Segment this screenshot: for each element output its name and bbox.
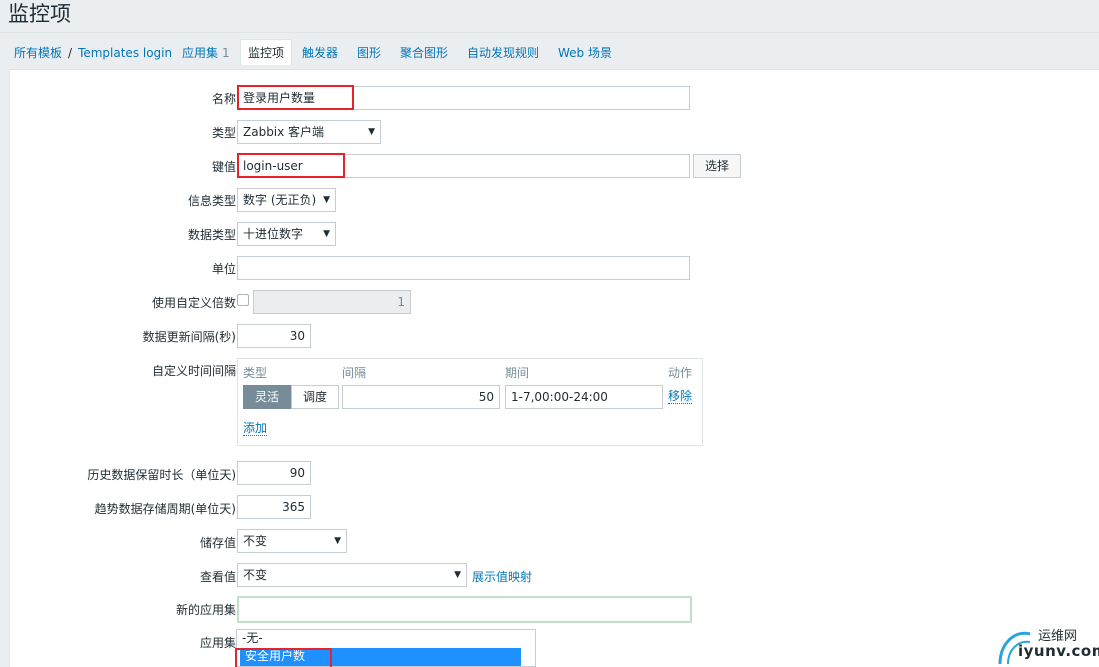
flexible-toggle[interactable]: 灵活 — [243, 385, 291, 409]
update-interval-input[interactable]: 30 — [237, 324, 311, 348]
tab-screens[interactable]: 聚合图形 — [400, 44, 448, 61]
applications-label: 应用集 — [199, 636, 236, 650]
caret-down-icon: ▼ — [454, 570, 461, 580]
tab-graphs[interactable]: 图形 — [357, 44, 381, 61]
name-highlight-box — [237, 85, 354, 110]
breadcrumb: 所有模板 / Templates login — [14, 44, 172, 61]
units-label: 单位 — [211, 262, 236, 276]
applications-option-none[interactable]: -无- — [237, 630, 535, 648]
data-type-select-value: 十进位数字 — [243, 227, 304, 241]
multiplier-label: 使用自定义倍数 — [151, 296, 236, 310]
breadcrumb-template[interactable]: Templates login — [78, 46, 172, 60]
add-interval-link[interactable]: 添加 — [243, 421, 268, 436]
key-highlight-box — [237, 153, 345, 178]
navigation-bar: 所有模板 / Templates login 应用集 1 监控项 触发器 图形 聚合图… — [0, 32, 1099, 66]
column-header-period: 期间 — [505, 366, 530, 380]
tab-applications-label: 应用集 — [182, 46, 219, 60]
data-type-label: 数据类型 — [187, 228, 236, 242]
info-type-select[interactable]: 数字 (无正负) ▼ — [237, 188, 336, 212]
custom-intervals-table: 类型 间隔 期间 动作 灵活 调度 50 1-7,00:00-24:00 移除 … — [237, 358, 703, 446]
column-header-type: 类型 — [243, 366, 268, 380]
units-input[interactable] — [237, 256, 690, 280]
data-type-select[interactable]: 十进位数字 ▼ — [237, 222, 336, 246]
type-label: 类型 — [211, 126, 236, 140]
show-value-label: 查看值 — [199, 570, 236, 584]
remove-interval-link[interactable]: 移除 — [668, 389, 693, 404]
multiplier-checkbox[interactable] — [237, 294, 249, 306]
store-value-select-value: 不变 — [243, 534, 268, 548]
show-value-select[interactable]: 不变 ▼ — [237, 563, 467, 587]
history-input[interactable]: 90 — [237, 461, 311, 485]
type-select[interactable]: Zabbix 客户端 ▼ — [237, 120, 381, 144]
info-type-select-value: 数字 (无正负) — [243, 193, 317, 207]
trends-input[interactable]: 365 — [237, 495, 311, 519]
column-header-action: 动作 — [668, 366, 693, 380]
period-input[interactable]: 1-7,00:00-24:00 — [505, 385, 663, 409]
store-value-select[interactable]: 不变 ▼ — [237, 529, 347, 553]
caret-down-icon: ▼ — [323, 229, 330, 239]
applications-highlight-box — [235, 648, 332, 667]
store-value-label: 储存值 — [199, 536, 236, 550]
form-panel: 名称 登录用户数量 类型 Zabbix 客户端 ▼ 键值 login-user 选… — [9, 69, 1099, 667]
new-application-input[interactable] — [237, 596, 692, 623]
new-application-label: 新的应用集 — [175, 603, 236, 617]
show-value-select-value: 不变 — [243, 568, 268, 582]
history-label: 历史数据保留时长（单位天) — [87, 468, 236, 482]
tab-applications[interactable]: 应用集 1 — [182, 44, 230, 61]
breadcrumb-separator: / — [68, 46, 73, 60]
caret-down-icon: ▼ — [334, 536, 341, 546]
tab-applications-count: 1 — [222, 46, 230, 60]
info-type-label: 信息类型 — [187, 194, 236, 208]
update-interval-label: 数据更新间隔(秒) — [142, 330, 236, 344]
show-value-mapping-link[interactable]: 展示值映射 — [472, 568, 532, 585]
tab-discovery-rules[interactable]: 自动发现规则 — [467, 44, 539, 61]
interval-input[interactable]: 50 — [342, 385, 500, 409]
column-header-interval: 间隔 — [342, 366, 367, 380]
tab-items[interactable]: 监控项 — [240, 39, 293, 65]
key-select-button[interactable]: 选择 — [693, 154, 742, 178]
breadcrumb-all-templates[interactable]: 所有模板 — [14, 46, 62, 60]
custom-intervals-label: 自定义时间间隔 — [151, 364, 236, 378]
type-select-value: Zabbix 客户端 — [243, 125, 325, 139]
multiplier-input: 1 — [253, 290, 411, 314]
caret-down-icon: ▼ — [323, 195, 330, 205]
tab-triggers[interactable]: 触发器 — [302, 44, 338, 61]
page-title: 监控项 — [8, 2, 71, 26]
scheduling-toggle[interactable]: 调度 — [291, 385, 339, 409]
trends-label: 趋势数据存储周期(单位天) — [94, 502, 236, 516]
name-label: 名称 — [211, 92, 236, 106]
key-label: 键值 — [211, 160, 236, 174]
caret-down-icon: ▼ — [368, 127, 375, 137]
watermark-url: iyunv.com — [1018, 642, 1099, 660]
tab-web-scenarios[interactable]: Web 场景 — [558, 44, 612, 61]
